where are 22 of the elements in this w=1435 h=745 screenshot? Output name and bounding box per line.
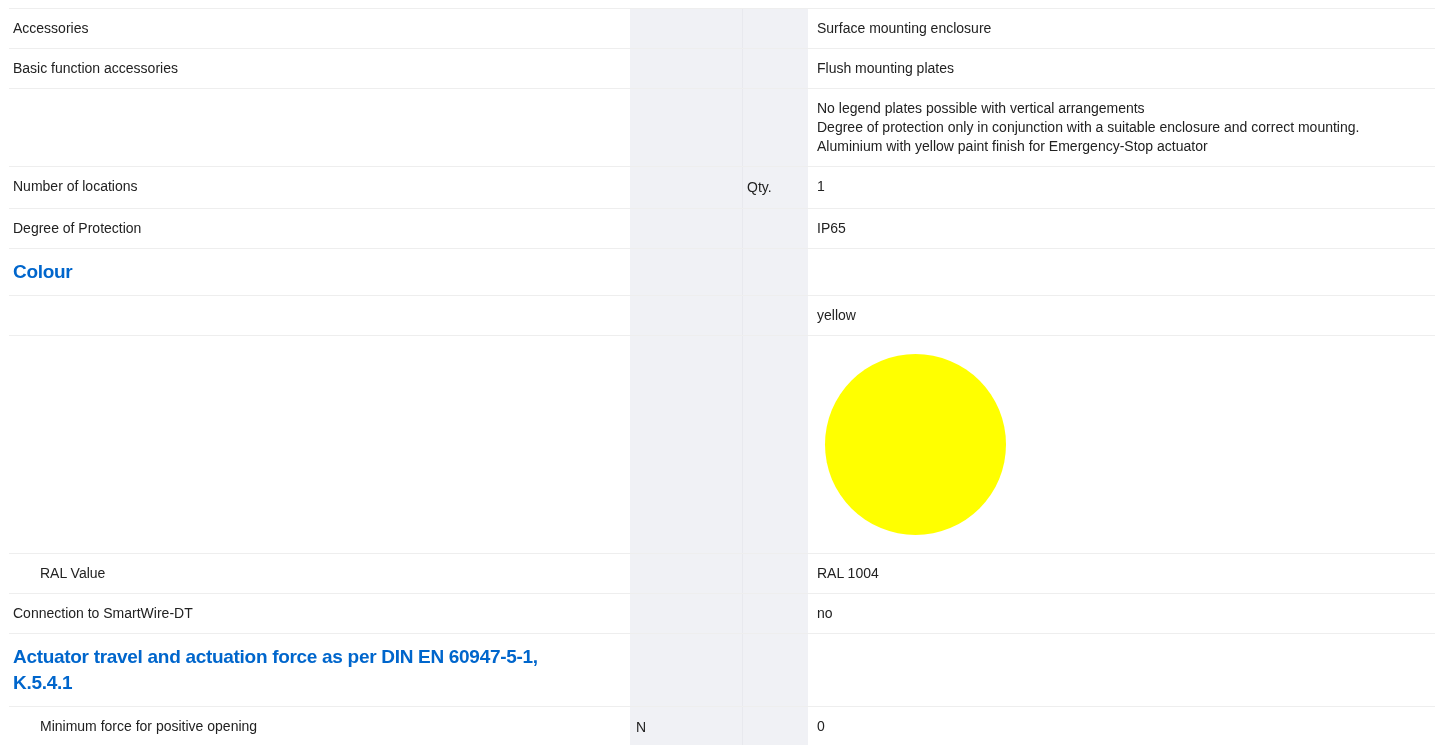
property-value: IP65 [817, 219, 847, 238]
property-value: yellow [817, 306, 857, 325]
property-value: RAL 1004 [817, 564, 880, 583]
property-label: Number of locations [13, 178, 138, 194]
property-value: Flush mounting plates [817, 59, 955, 78]
property-label: Accessories [13, 20, 89, 36]
property-label: Minimum force for positive opening [40, 718, 258, 734]
property-value: Aluminium with yellow paint finish for Emergency-Stop actuator [817, 137, 1209, 156]
unit-label: N [636, 719, 647, 735]
property-label: Degree of Protection [13, 220, 142, 236]
property-label: Basic function accessories [13, 60, 178, 76]
section-heading: Colour [13, 260, 74, 284]
property-label: RAL Value [40, 565, 106, 581]
property-value: Surface mounting enclosure [817, 19, 993, 38]
property-value: No legend plates possible with vertical arrangements [817, 99, 1146, 118]
unit-label: Qty. [747, 179, 772, 195]
property-label: Connection to SmartWire-DT [13, 605, 193, 621]
property-value: no [817, 604, 834, 623]
property-value: Degree of protection only in conjunction with a suitable enclosure and correct mounting. [817, 118, 1361, 137]
section-heading: Actuator travel and actuation force as per DIN EN 60947-5-1, K.5.4.1 [13, 645, 539, 695]
property-value: 0 [817, 717, 826, 736]
property-value: 1 [817, 177, 826, 196]
